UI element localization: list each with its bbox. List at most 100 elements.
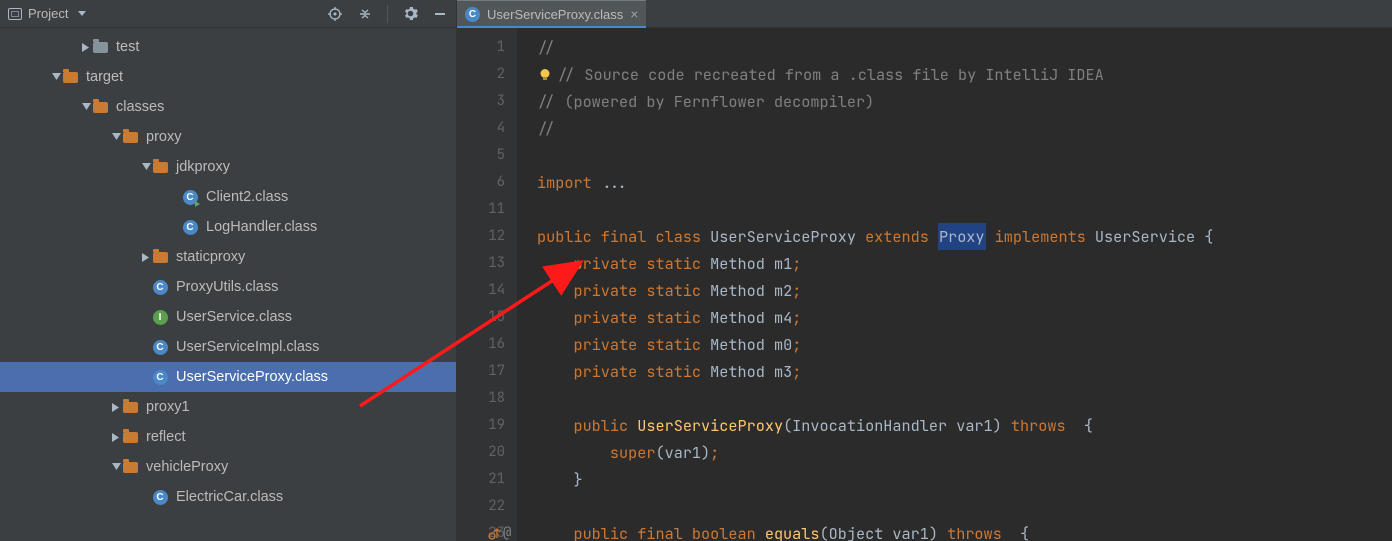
line-number[interactable]: 22 bbox=[457, 493, 505, 520]
line-number[interactable]: 14 bbox=[457, 277, 505, 304]
tree-item[interactable]: classes bbox=[0, 92, 456, 122]
class-icon: C bbox=[152, 369, 168, 385]
class-icon: C bbox=[182, 219, 198, 235]
expand-arrow-icon[interactable] bbox=[110, 403, 122, 412]
class-runnable-icon: C bbox=[182, 189, 198, 205]
expand-arrow-icon[interactable] bbox=[140, 253, 152, 262]
line-number[interactable]: 15 bbox=[457, 304, 505, 331]
project-title-label: Project bbox=[28, 6, 68, 21]
tree-item-label: jdkproxy bbox=[176, 159, 230, 175]
code-line[interactable]: private static Method m1; bbox=[537, 250, 1392, 277]
tree-item[interactable]: C UserServiceProxy.class bbox=[0, 362, 456, 392]
project-title-dropdown[interactable]: Project bbox=[8, 6, 86, 21]
tree-item-label: test bbox=[116, 39, 139, 55]
folder-icon bbox=[92, 39, 108, 55]
tree-item-label: classes bbox=[116, 99, 164, 115]
line-number[interactable]: 13 bbox=[457, 250, 505, 277]
tree-item-label: proxy1 bbox=[146, 399, 190, 415]
folder-icon bbox=[152, 159, 168, 175]
line-number[interactable]: 18 bbox=[457, 385, 505, 412]
expand-arrow-icon[interactable] bbox=[110, 433, 122, 442]
line-number[interactable]: 17 bbox=[457, 358, 505, 385]
code-line[interactable]: import ... bbox=[537, 169, 1392, 196]
gutter[interactable]: 12345611121314151617181920212223@ bbox=[457, 28, 517, 541]
code-line[interactable] bbox=[537, 385, 1392, 412]
override-marker-icon[interactable] bbox=[487, 526, 501, 540]
tree-item-label: LogHandler.class bbox=[206, 219, 317, 235]
tree-item[interactable]: CClient2.class bbox=[0, 182, 456, 212]
code-line[interactable]: private static Method m4; bbox=[537, 304, 1392, 331]
expand-arrow-icon[interactable] bbox=[110, 133, 122, 142]
code-line[interactable]: private static Method m2; bbox=[537, 277, 1392, 304]
code-line[interactable]: // bbox=[537, 115, 1392, 142]
code-line[interactable]: // bbox=[537, 34, 1392, 61]
code-line[interactable]: } bbox=[537, 466, 1392, 493]
code-area[interactable]: //// Source code recreated from a .class… bbox=[517, 28, 1392, 541]
folder-icon bbox=[152, 249, 168, 265]
locate-icon[interactable] bbox=[327, 6, 343, 22]
code-line[interactable]: public final boolean equals(Object var1)… bbox=[537, 520, 1392, 541]
tree-item-label: UserServiceImpl.class bbox=[176, 339, 319, 355]
line-number[interactable]: 11 bbox=[457, 196, 505, 223]
tree-item[interactable]: reflect bbox=[0, 422, 456, 452]
code-line[interactable]: public final class UserServiceProxy exte… bbox=[537, 223, 1392, 250]
intention-bulb-icon[interactable] bbox=[537, 67, 553, 83]
tree-item[interactable]: C LogHandler.class bbox=[0, 212, 456, 242]
line-number[interactable]: 12 bbox=[457, 223, 505, 250]
project-tree[interactable]: test target classes proxy jdkproxy CClient2.c… bbox=[0, 28, 456, 541]
code-line[interactable] bbox=[537, 142, 1392, 169]
tree-item[interactable]: CElectricCar.class bbox=[0, 482, 456, 512]
editor-panel: C UserServiceProxy.class × 1234561112131… bbox=[457, 0, 1392, 541]
tree-item[interactable]: CProxyUtils.class bbox=[0, 272, 456, 302]
tree-item[interactable]: proxy bbox=[0, 122, 456, 152]
gear-icon[interactable] bbox=[402, 6, 418, 22]
line-number[interactable]: 6 bbox=[457, 169, 505, 196]
collapse-all-icon[interactable] bbox=[357, 6, 373, 22]
code-line[interactable]: // (powered by Fernflower decompiler) bbox=[537, 88, 1392, 115]
project-icon bbox=[8, 8, 22, 20]
close-icon[interactable]: × bbox=[630, 7, 638, 21]
expand-arrow-icon[interactable] bbox=[110, 463, 122, 472]
code-line[interactable]: // Source code recreated from a .class f… bbox=[537, 61, 1392, 88]
tree-item-label: ProxyUtils.class bbox=[176, 279, 278, 295]
line-number[interactable]: 3 bbox=[457, 88, 505, 115]
expand-arrow-icon[interactable] bbox=[50, 73, 62, 82]
tree-item[interactable]: vehicleProxy bbox=[0, 452, 456, 482]
line-number[interactable]: 16 bbox=[457, 331, 505, 358]
editor-tab-active[interactable]: C UserServiceProxy.class × bbox=[457, 0, 646, 27]
code-line[interactable]: private static Method m0; bbox=[537, 331, 1392, 358]
folder-icon bbox=[122, 429, 138, 445]
tree-item[interactable]: proxy1 bbox=[0, 392, 456, 422]
code-line[interactable] bbox=[537, 493, 1392, 520]
folder-icon bbox=[92, 99, 108, 115]
code-line[interactable]: private static Method m3; bbox=[537, 358, 1392, 385]
tree-item[interactable]: target bbox=[0, 62, 456, 92]
tree-item-label: UserService.class bbox=[176, 309, 292, 325]
line-number[interactable]: 5 bbox=[457, 142, 505, 169]
line-number[interactable]: 21 bbox=[457, 466, 505, 493]
expand-arrow-icon[interactable] bbox=[140, 163, 152, 172]
minimize-icon[interactable] bbox=[432, 6, 448, 22]
line-number[interactable]: 20 bbox=[457, 439, 505, 466]
tree-item[interactable]: test bbox=[0, 32, 456, 62]
code-line[interactable] bbox=[537, 196, 1392, 223]
expand-arrow-icon[interactable] bbox=[80, 43, 92, 52]
tree-item-label: target bbox=[86, 69, 123, 85]
expand-arrow-icon[interactable] bbox=[80, 103, 92, 112]
line-number[interactable]: 4 bbox=[457, 115, 505, 142]
class-icon: C bbox=[152, 489, 168, 505]
folder-icon bbox=[122, 459, 138, 475]
line-number[interactable]: 1 bbox=[457, 34, 505, 61]
code-line[interactable]: super(var1); bbox=[537, 439, 1392, 466]
tree-item[interactable]: CUserServiceImpl.class bbox=[0, 332, 456, 362]
tree-item-label: UserServiceProxy.class bbox=[176, 369, 328, 385]
tree-item-label: vehicleProxy bbox=[146, 459, 228, 475]
line-number[interactable]: 19 bbox=[457, 412, 505, 439]
tree-item[interactable]: jdkproxy bbox=[0, 152, 456, 182]
code-line[interactable]: public UserServiceProxy(InvocationHandle… bbox=[537, 412, 1392, 439]
line-number[interactable]: 23@ bbox=[457, 520, 505, 541]
tree-item[interactable]: IUserService.class bbox=[0, 302, 456, 332]
tree-item[interactable]: staticproxy bbox=[0, 242, 456, 272]
editor-body: 12345611121314151617181920212223@ //// S… bbox=[457, 28, 1392, 541]
line-number[interactable]: 2 bbox=[457, 61, 505, 88]
